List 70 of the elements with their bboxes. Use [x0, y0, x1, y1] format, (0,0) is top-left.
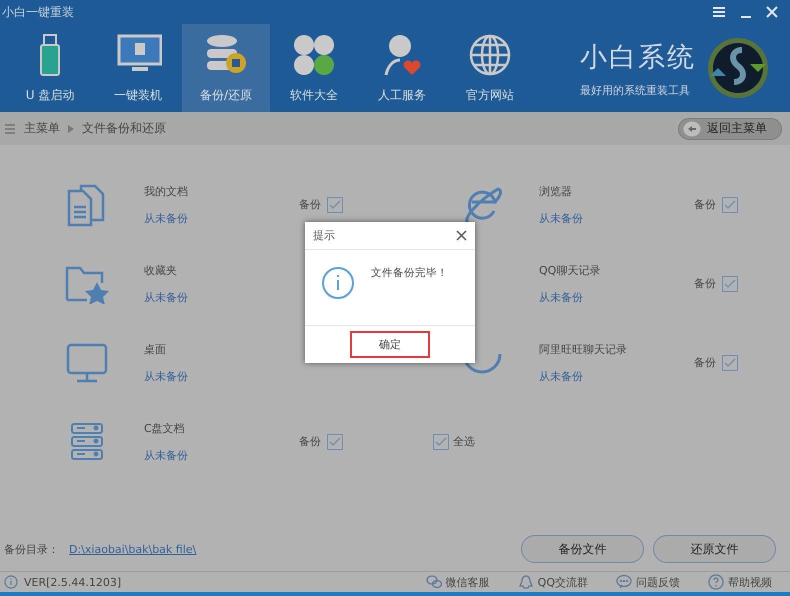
breadcrumb-link[interactable]: 主菜单 [24, 120, 60, 137]
nav-tab[interactable]: 备份/还原 [182, 24, 270, 112]
check-icon [724, 279, 736, 289]
item-name: 我的文档 [144, 184, 189, 198]
status-link[interactable]: QQ交流群 [518, 574, 588, 590]
check-icon [435, 436, 447, 446]
action-button[interactable]: 备份文件 [521, 535, 644, 563]
brand-slogan: 最好用的系统重装工具 [580, 82, 691, 98]
back-button[interactable]: 返回主菜单 [678, 118, 782, 140]
window-title: 小白一键重装 [2, 4, 74, 20]
clover-icon [292, 32, 336, 76]
help-icon [708, 574, 724, 590]
backup-status: 从未备份 [144, 448, 189, 462]
ok-button[interactable]: 确定 [350, 331, 430, 358]
menu-icon[interactable] [4, 122, 16, 134]
backup-label: 备份 [299, 434, 322, 449]
info-icon [321, 266, 355, 300]
backup-dir-label: 备份目录： [4, 542, 59, 556]
backup-status: 从未备份 [539, 210, 584, 226]
check-icon [329, 437, 341, 447]
backup-status: 从未备份 [539, 290, 584, 304]
backup-status: 从未备份 [144, 210, 189, 226]
backup-status: 从未备份 [144, 368, 189, 384]
check-icon [724, 200, 736, 210]
server-drive-icon [69, 422, 105, 462]
status-link[interactable]: 微信客服 [426, 574, 490, 590]
action-button[interactable]: 还原文件 [653, 535, 776, 563]
backup-label: 备份 [694, 355, 717, 370]
dialog-message: 文件备份完毕！ [371, 266, 448, 281]
checkbox[interactable] [433, 434, 449, 450]
item-name: 浏览器 [539, 184, 573, 198]
checkbox[interactable] [722, 355, 738, 371]
backup-label: 备份 [299, 197, 322, 212]
nav-tab[interactable]: 人工服务 [358, 24, 446, 112]
backup-status: 从未备份 [539, 368, 584, 384]
caret-icon [68, 124, 74, 132]
nav-tab[interactable]: 官方网站 [446, 24, 534, 112]
backup-status: 从未备份 [144, 290, 189, 304]
usb-drive-icon [39, 32, 61, 76]
speech-bubble-icon [616, 574, 632, 590]
checkbox[interactable] [722, 197, 738, 213]
backup-label: 备份 [694, 197, 717, 212]
breadcrumb-current: 文件备份和还原 [82, 120, 166, 137]
item-name: C盘文档 [144, 420, 186, 436]
nav-tab[interactable]: 一键装机 [94, 24, 182, 112]
check-icon [329, 200, 341, 210]
chat-bubbles-icon [426, 574, 442, 590]
status-link[interactable]: 帮助视频 [708, 574, 772, 590]
backup-label: 备份 [694, 276, 717, 291]
globe-icon [468, 32, 512, 76]
version-text: VER[2.5.44.1203] [24, 576, 122, 588]
checkbox[interactable] [327, 434, 343, 450]
logo-icon [706, 36, 770, 100]
item-name: 阿里旺旺聊天记录 [539, 342, 628, 356]
checkbox[interactable] [722, 276, 738, 292]
backup-dir-link[interactable]: D:\xiaobai\bak\bak file\ [69, 542, 196, 556]
info-icon [4, 575, 18, 589]
dialog-title: 提示 [313, 228, 335, 243]
nav-tab[interactable]: U 盘启动 [6, 24, 94, 112]
item-name: 收藏夹 [144, 262, 178, 278]
brand-name: 小白系统 [580, 40, 696, 74]
nav-tab[interactable]: 软件大全 [270, 24, 358, 112]
close-icon[interactable] [456, 230, 467, 241]
menu-icon[interactable] [712, 5, 726, 19]
item-name: QQ聊天记录 [539, 262, 602, 278]
status-link[interactable]: 问题反馈 [616, 574, 680, 590]
checkbox[interactable] [327, 197, 343, 213]
check-icon [724, 358, 736, 368]
item-name: 桌面 [144, 342, 167, 356]
select-all-label: 全选 [453, 434, 475, 449]
